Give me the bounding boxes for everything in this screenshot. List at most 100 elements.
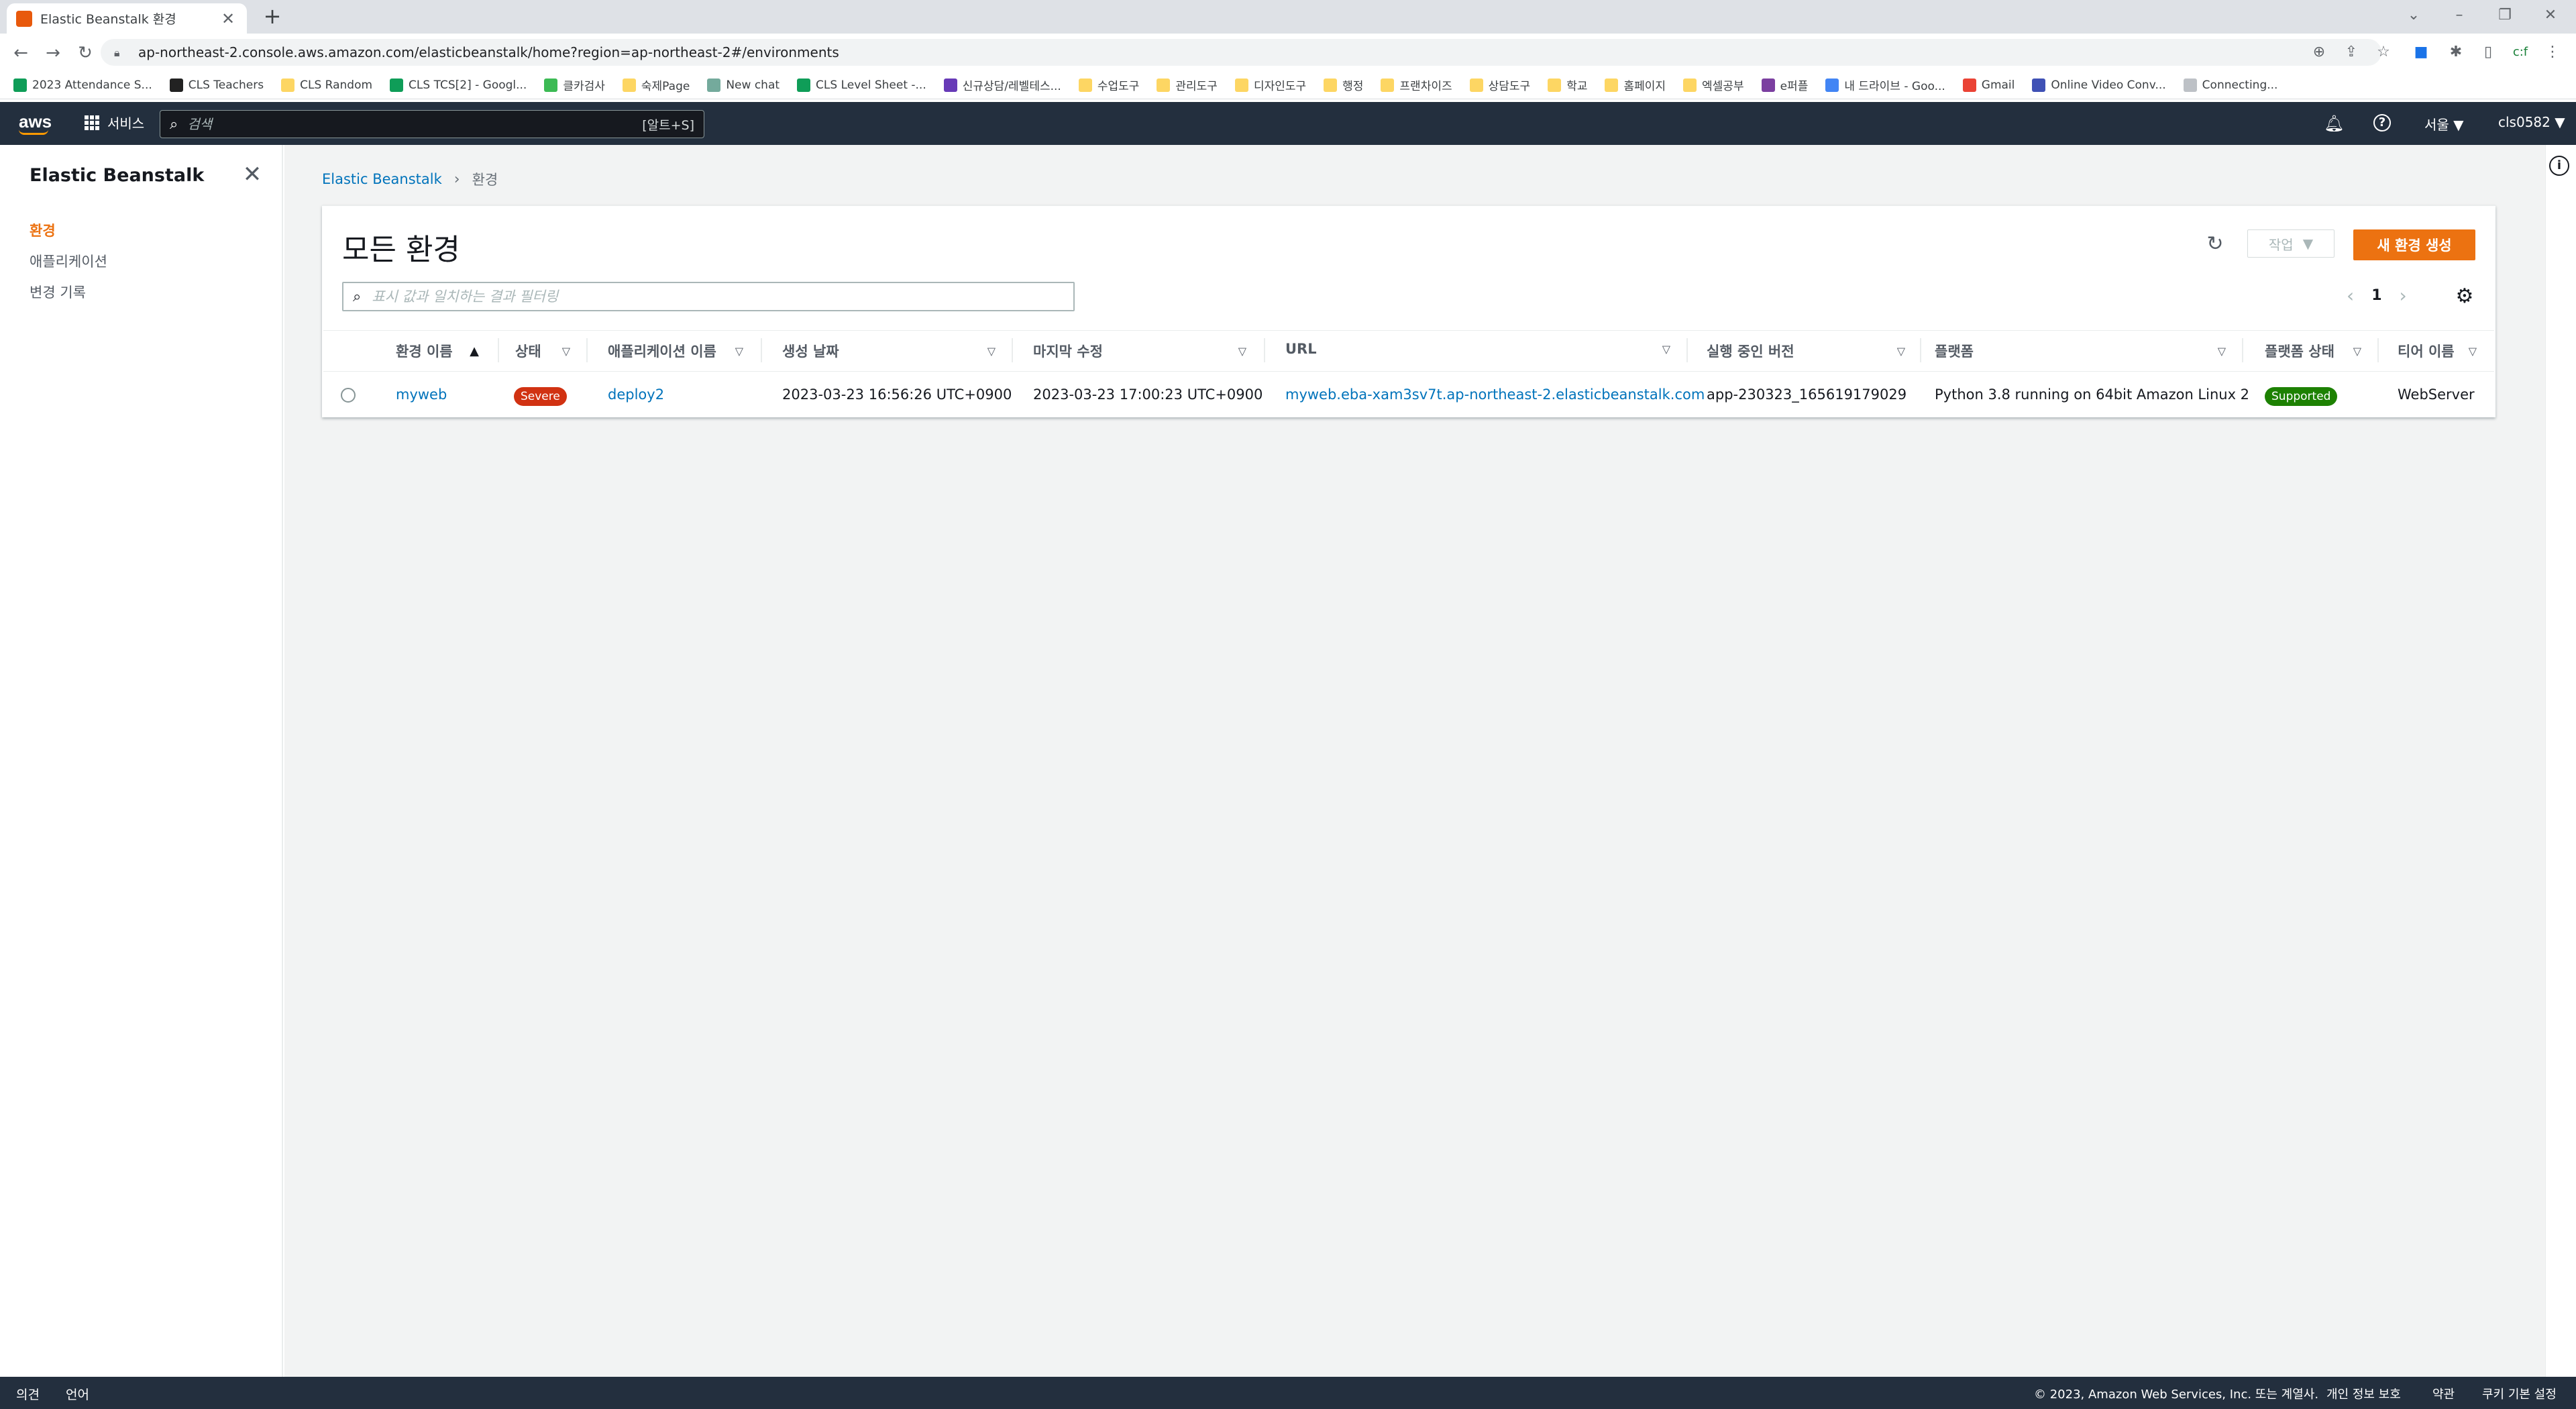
share-icon[interactable]: ⇪ (2340, 41, 2363, 64)
back-icon[interactable]: ← (8, 40, 34, 66)
account-menu[interactable]: cls0582 ▼ (2498, 114, 2565, 130)
help-icon[interactable]: ? (2373, 114, 2391, 132)
app-name-link[interactable]: deploy2 (608, 386, 664, 403)
bookmark-item[interactable]: 수업도구 (1078, 76, 1139, 93)
language-link[interactable]: 언어 (66, 1385, 89, 1403)
notifications-bell-icon[interactable]: 🔔︎ (2324, 114, 2344, 133)
services-menu-button[interactable]: 서비스 (85, 113, 144, 132)
preferences-gear-icon[interactable]: ⚙ (2453, 284, 2477, 309)
aws-search-bar[interactable]: ⌕ [알트+S] (160, 110, 704, 138)
region-selector[interactable]: 서울 ▼ (2424, 114, 2464, 134)
bookmark-item[interactable]: New chat (707, 78, 780, 92)
aws-logo[interactable]: aws (19, 111, 52, 135)
address-bar[interactable]: 🔒︎ ap-northeast-2.console.aws.amazon.com… (101, 39, 2381, 66)
tab-close-icon[interactable]: ✕ (219, 9, 237, 28)
bookmark-item[interactable]: 클카검사 (544, 76, 605, 93)
page-number[interactable]: 1 (2371, 287, 2381, 304)
browser-tab[interactable]: Elastic Beanstalk 환경 ✕ (7, 3, 247, 34)
feedback-link[interactable]: 의견 (16, 1385, 40, 1403)
filter-input[interactable] (372, 289, 1073, 305)
col-header-tier[interactable]: 티어 이름 ▽ (2398, 341, 2477, 361)
privacy-link[interactable]: 개인 정보 보호 (2326, 1385, 2401, 1402)
sidebar-item-change-history[interactable]: 변경 기록 (30, 282, 86, 302)
bookmark-item[interactable]: Online Video Conv... (2032, 78, 2166, 92)
services-label: 서비스 (107, 115, 145, 132)
col-header-version[interactable]: 실행 중인 버전 ▽ (1707, 341, 1905, 361)
col-label: 플랫폼 상태 (2265, 344, 2334, 360)
col-header-app-name[interactable]: 애플리케이션 이름 ▽ (608, 341, 743, 361)
new-tab-button[interactable]: + (260, 4, 284, 28)
bookmark-item[interactable]: 프랜차이즈 (1381, 76, 1452, 93)
restore-icon[interactable]: ❐ (2485, 0, 2525, 31)
profile-icon[interactable]: c:f (2509, 41, 2532, 64)
col-label: 애플리케이션 이름 (608, 344, 716, 360)
prev-page-icon[interactable]: ‹ (2347, 284, 2354, 307)
bookmark-item[interactable]: 숙제Page (622, 76, 690, 93)
more-menu-icon[interactable]: ⋮ (2541, 41, 2564, 64)
window-close-icon[interactable]: ✕ (2530, 0, 2571, 31)
create-environment-button[interactable]: 새 환경 생성 (2353, 229, 2475, 260)
col-header-url[interactable]: URL ▽ (1285, 341, 1670, 357)
bookmark-item[interactable]: CLS TCS[2] - Googl... (390, 78, 527, 92)
col-label: 상태 (515, 344, 541, 360)
bookmark-item[interactable]: 관리도구 (1157, 76, 1218, 93)
bookmark-item[interactable]: e퍼플 (1761, 76, 1808, 93)
filter-box[interactable]: ⌕ (342, 282, 1075, 311)
bookmark-item[interactable]: 엑셀공부 (1683, 76, 1744, 93)
bookmark-label: New chat (726, 78, 780, 92)
col-label: 실행 중인 버전 (1707, 344, 1794, 360)
column-divider (1264, 338, 1265, 362)
side-panel-icon[interactable]: ▯ (2477, 41, 2500, 64)
refresh-button[interactable]: ↻ (2198, 231, 2233, 258)
col-header-status[interactable]: 상태 ▽ (515, 341, 570, 361)
bookmark-icon (1548, 78, 1562, 92)
col-header-platform[interactable]: 플랫폼 ▽ (1935, 341, 2226, 361)
modified-date: 2023-03-23 17:00:23 UTC+0900 (1033, 386, 1263, 403)
actions-dropdown[interactable]: 작업 ▼ (2247, 229, 2334, 258)
aws-logo-text: aws (19, 111, 52, 132)
forward-icon[interactable]: → (40, 40, 66, 66)
bookmark-icon (2032, 78, 2046, 92)
bookmark-star-icon[interactable]: ☆ (2372, 41, 2395, 64)
bookmark-item[interactable]: 내 드라이브 - Goo... (1825, 76, 1945, 93)
next-page-icon[interactable]: › (2400, 284, 2407, 307)
bookmark-item[interactable]: 상담도구 (1469, 76, 1530, 93)
col-header-platform-status[interactable]: 플랫폼 상태 ▽ (2265, 341, 2361, 361)
sidebar-item-environments[interactable]: 환경 (30, 220, 56, 240)
bookmark-item[interactable]: Gmail (1962, 78, 2015, 92)
bookmark-item[interactable]: 신규상담/레벨테스... (943, 76, 1061, 93)
env-name-link[interactable]: myweb (396, 386, 447, 403)
chevron-down-icon[interactable]: ⌄ (2394, 0, 2434, 31)
extension-badge-icon[interactable]: ■ (2410, 41, 2432, 64)
install-app-icon[interactable]: ⊕ (2308, 41, 2330, 64)
bookmark-icon (1078, 78, 1092, 92)
sidebar-item-applications[interactable]: 애플리케이션 (30, 251, 107, 271)
bookmark-item[interactable]: CLS Random (281, 78, 372, 92)
aws-search-input[interactable] (187, 116, 643, 132)
cookie-preferences-link[interactable]: 쿠키 기본 설정 (2482, 1385, 2557, 1402)
services-grid-icon (85, 115, 99, 130)
bookmark-item[interactable]: 2023 Attendance S... (13, 78, 152, 92)
env-url-link[interactable]: myweb.eba-xam3sv7t.ap-northeast-2.elasti… (1285, 386, 1705, 403)
reload-icon[interactable]: ↻ (72, 40, 98, 66)
col-header-modified[interactable]: 마지막 수정 ▽ (1033, 341, 1246, 361)
terms-link[interactable]: 약관 (2432, 1385, 2455, 1402)
bookmark-item[interactable]: 학교 (1548, 76, 1587, 93)
bookmark-item[interactable]: 행정 (1324, 76, 1363, 93)
sidebar-close-icon[interactable]: ✕ (240, 162, 264, 187)
info-icon[interactable]: i (2549, 156, 2569, 176)
bookmark-icon (13, 78, 27, 92)
row-select-radio[interactable] (341, 388, 356, 403)
bookmark-item[interactable]: 디자인도구 (1234, 76, 1306, 93)
search-icon: ⌕ (353, 288, 362, 305)
bookmark-item[interactable]: Connecting... (2183, 78, 2277, 92)
col-header-created[interactable]: 생성 날짜 ▽ (782, 341, 996, 361)
bookmark-item[interactable]: CLS Teachers (169, 78, 264, 92)
bookmark-item[interactable]: 홈페이지 (1605, 76, 1666, 93)
sort-icon: ▽ (561, 344, 570, 358)
minimize-icon[interactable]: – (2439, 0, 2479, 31)
bookmark-item[interactable]: CLS Level Sheet -... (797, 78, 926, 92)
breadcrumb-root-link[interactable]: Elastic Beanstalk (322, 171, 442, 187)
extensions-puzzle-icon[interactable]: ✱ (2445, 41, 2467, 64)
col-header-env-name[interactable]: 환경 이름 ▲ (396, 341, 479, 361)
